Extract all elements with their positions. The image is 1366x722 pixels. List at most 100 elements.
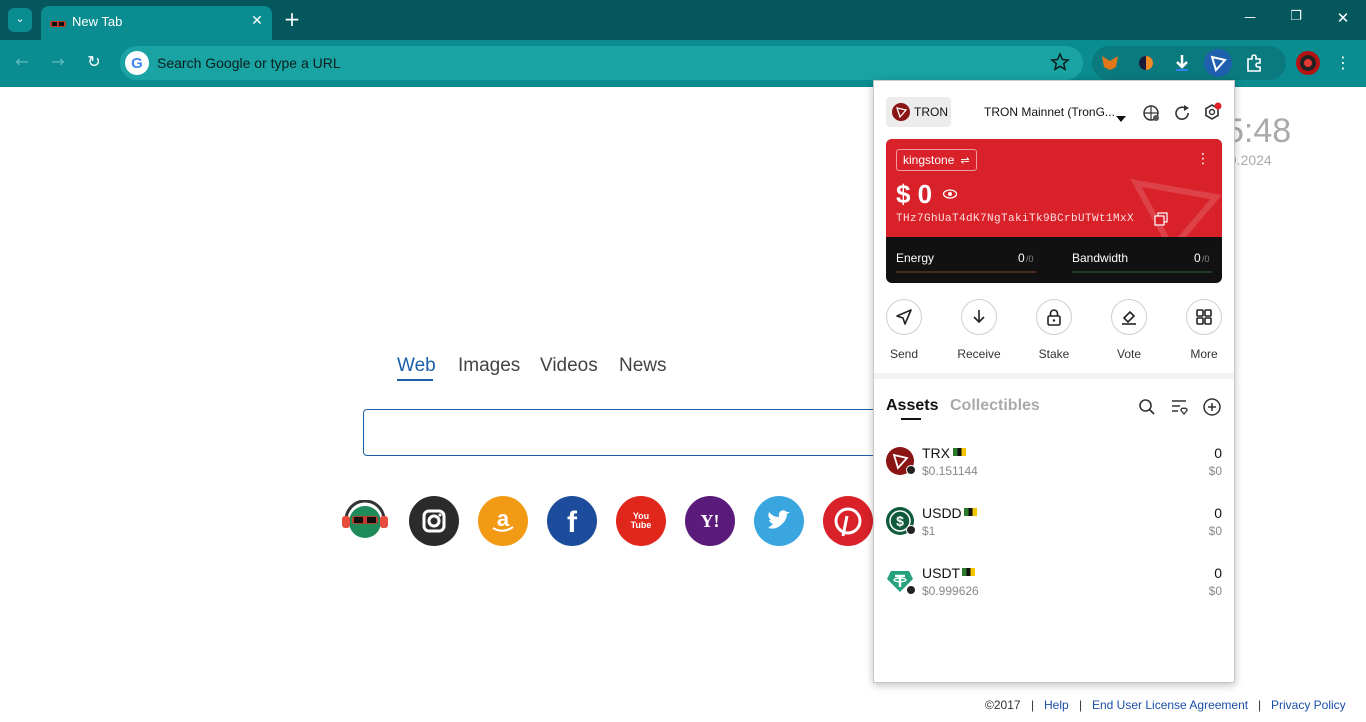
add-token-icon[interactable]: [1202, 397, 1222, 417]
copy-icon[interactable]: [1154, 212, 1168, 226]
settings-icon[interactable]: [1201, 102, 1223, 124]
bandwidth-meter: Bandwidth 0 /0: [1072, 249, 1212, 275]
facebook-icon[interactable]: f: [547, 496, 597, 546]
metamask-icon[interactable]: [1100, 53, 1120, 73]
tab-title: New Tab: [72, 14, 123, 29]
tronlink-popup: TRON TRON Mainnet (TronG... kingstone ⇌ …: [873, 80, 1235, 683]
footer-help-link[interactable]: Help: [1044, 698, 1069, 712]
svg-text:$: $: [896, 513, 904, 529]
address-bar-placeholder: Search Google or type a URL: [157, 55, 341, 71]
energy-value: 0: [1018, 251, 1025, 265]
svg-text:a: a: [497, 506, 510, 531]
new-tab-button[interactable]: +: [280, 8, 304, 32]
pinterest-icon[interactable]: [823, 496, 873, 546]
footer-eula-link[interactable]: End User License Agreement: [1092, 698, 1248, 712]
network-select[interactable]: TRON Mainnet (TronG...: [984, 103, 1128, 122]
stake-label: Stake: [1038, 347, 1070, 361]
mascot-logo[interactable]: [340, 499, 390, 540]
account-card: kingstone ⇌ ⋮ $ 0 THz7GhUaT4dK7NgTakiTk9…: [886, 139, 1222, 283]
send-icon: [886, 299, 922, 335]
network-chip[interactable]: TRON: [886, 97, 951, 127]
receive-label: Receive: [957, 347, 1001, 361]
tab-videos[interactable]: Videos: [540, 355, 598, 377]
svg-text:f: f: [567, 506, 578, 539]
tab-web[interactable]: Web: [397, 355, 436, 377]
footer-separator: |: [1258, 698, 1262, 712]
extension-orb-icon[interactable]: [1136, 53, 1156, 73]
account-menu-kebab-icon[interactable]: ⋮: [1196, 151, 1210, 169]
energy-bar: [896, 271, 1036, 273]
tab-collectibles[interactable]: Collectibles: [950, 397, 1040, 415]
account-address: THz7GhUaT4dK7NgTakiTk9BCrbUTWt1MxX: [896, 213, 1135, 225]
asset-row-trx[interactable]: TRX $0.151144 0 $0: [874, 443, 1234, 503]
energy-meter: Energy 0 /0: [896, 249, 1036, 275]
restore-button[interactable]: ❐: [1286, 9, 1306, 29]
google-icon: G: [125, 51, 149, 75]
tronlink-extension-icon[interactable]: [1204, 49, 1232, 77]
forward-button[interactable]: →: [48, 52, 68, 72]
account-switch-button[interactable]: kingstone ⇌: [896, 149, 977, 171]
twitter-icon[interactable]: [754, 496, 804, 546]
lock-icon: [1036, 299, 1072, 335]
verified-badge-icon: [906, 465, 916, 475]
footer-separator: |: [1079, 698, 1083, 712]
menu-kebab-icon[interactable]: ⋮: [1333, 52, 1353, 74]
minimize-button[interactable]: —: [1240, 10, 1260, 30]
close-window-button[interactable]: ✕: [1333, 9, 1353, 29]
tron-logo-icon: [892, 103, 910, 121]
tab-news[interactable]: News: [619, 355, 667, 377]
flag-icon: [962, 568, 975, 576]
address-bar[interactable]: G Search Google or type a URL: [120, 46, 1083, 80]
tab-new-tab[interactable]: New Tab ✕: [41, 6, 272, 40]
verified-badge-icon: [906, 585, 916, 595]
globe-connect-icon[interactable]: [1142, 103, 1162, 123]
tab-search-button[interactable]: ⌄: [8, 8, 32, 32]
tab-assets[interactable]: Assets: [886, 397, 938, 415]
download-icon[interactable]: [1172, 53, 1192, 73]
asset-price: $0.999626: [922, 584, 979, 598]
asset-row-usdt[interactable]: USDT $0.999626 0 $0: [874, 563, 1234, 623]
reload-button[interactable]: ↻: [84, 52, 104, 72]
more-button[interactable]: More: [1174, 299, 1234, 361]
extensions-puzzle-icon[interactable]: [1244, 53, 1264, 73]
profile-avatar[interactable]: [1296, 51, 1320, 75]
amazon-icon[interactable]: a: [478, 496, 528, 546]
tab-strip: ⌄ New Tab ✕ + — ❐ ✕: [0, 0, 1366, 40]
asset-price: $1: [922, 524, 936, 538]
tab-assets-underline: [901, 418, 921, 420]
search-input[interactable]: [363, 409, 883, 456]
yahoo-label: Y!: [700, 511, 720, 531]
section-divider: [874, 373, 1234, 379]
asset-symbol: USDD: [922, 505, 962, 521]
vote-icon: [1111, 299, 1147, 335]
asset-amount: 0: [1214, 445, 1222, 461]
receive-button[interactable]: Receive: [949, 299, 1009, 361]
eye-icon[interactable]: [942, 187, 958, 201]
youtube-icon[interactable]: You Tube: [616, 496, 666, 546]
refresh-icon[interactable]: [1172, 103, 1192, 123]
tab-close-icon[interactable]: ✕: [247, 10, 267, 30]
swap-icon: ⇌: [960, 153, 970, 167]
vote-button[interactable]: Vote: [1099, 299, 1159, 361]
network-select-label: TRON Mainnet (TronG...: [984, 105, 1115, 119]
flag-icon: [953, 448, 966, 456]
yahoo-icon[interactable]: Y!: [685, 496, 735, 546]
asset-symbol: USDT: [922, 565, 961, 581]
energy-max: /0: [1026, 254, 1034, 264]
back-button[interactable]: ←: [12, 52, 32, 72]
extensions-area: [1092, 46, 1286, 80]
instagram-icon[interactable]: [409, 496, 459, 546]
filter-favorites-icon[interactable]: [1170, 398, 1190, 416]
tab-images[interactable]: Images: [458, 355, 520, 377]
footer-privacy-link[interactable]: Privacy Policy: [1271, 698, 1346, 712]
bandwidth-value: 0: [1194, 251, 1201, 265]
stake-button[interactable]: Stake: [1024, 299, 1084, 361]
asset-row-usdd[interactable]: $ USDD $1 0 $0: [874, 503, 1234, 563]
grid-icon: [1186, 299, 1222, 335]
tab-web-underline: [397, 379, 433, 381]
bandwidth-label: Bandwidth: [1072, 251, 1129, 265]
account-balance: $ 0: [896, 179, 933, 209]
bookmark-star-icon[interactable]: [1050, 52, 1070, 72]
search-icon[interactable]: [1138, 398, 1156, 416]
send-button[interactable]: Send: [874, 299, 934, 361]
